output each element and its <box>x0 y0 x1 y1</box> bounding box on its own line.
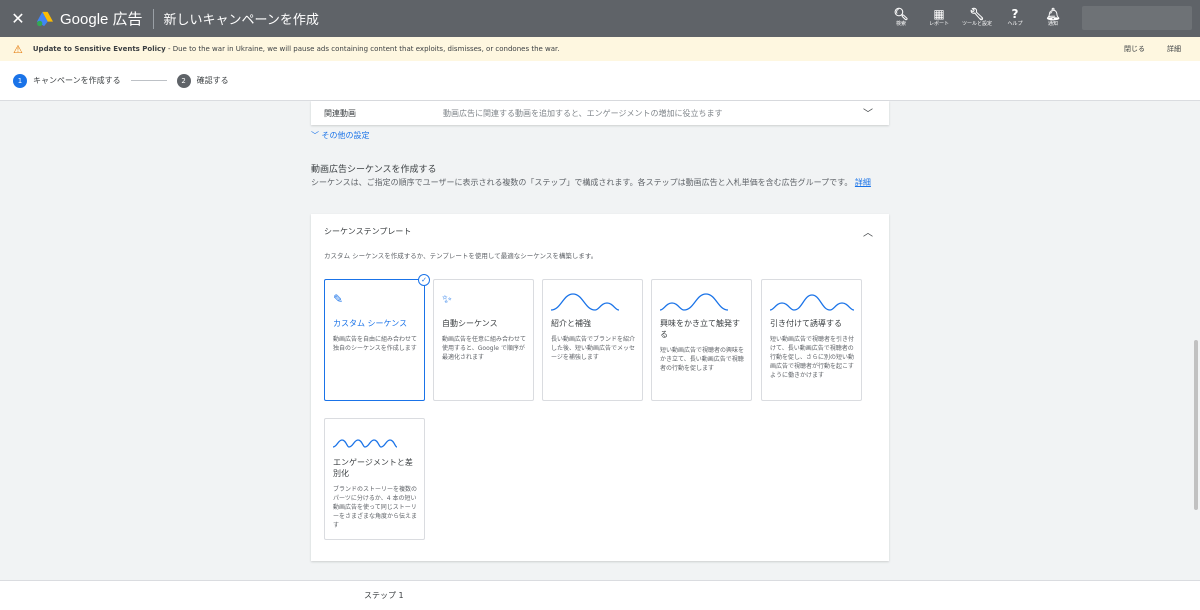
campaign-stepper: 1 キャンペーンを作成する 2 確認する <box>0 61 1200 101</box>
long-short-wave-icon <box>551 293 620 311</box>
warning-icon: ⚠ <box>13 42 23 56</box>
template-card-title: 興味をかき立て触発する <box>660 319 740 339</box>
template-header: シーケンステンプレート <box>324 227 412 236</box>
template-card-title: 紹介と補強 <box>551 319 591 328</box>
brand-name: Google 広告 <box>60 11 143 28</box>
template-card-text: 短い動画広告で視聴者を引き付けて、長い動画広告で視聴者の行動を促し、さらに別の短… <box>770 336 855 379</box>
help-button[interactable]: ? ヘルプ <box>996 0 1034 37</box>
step-connector <box>130 80 167 81</box>
title-divider <box>152 8 154 29</box>
step-1-number: 1 <box>13 73 27 88</box>
search-button[interactable]: 🔍︎ 検索 <box>882 0 920 37</box>
policy-notice-bar: ⚠ Update to Sensitive Events Policy - Du… <box>0 37 1200 61</box>
bottom-step-bar: ステップ 1 <box>0 580 1200 610</box>
tools-label: ツールと設定 <box>961 21 992 27</box>
template-card-text: ブランドのストーリーを複数のパーツに分けるか、4 本の短い動画広告を使って同じス… <box>333 486 418 529</box>
top-tools: 🔍︎ 検索 ▦ レポート 🔧︎ ツールと設定 ? ヘルプ 🔔︎ 通知 <box>882 0 1200 37</box>
template-card-title: エンゲージメントと差別化 <box>333 458 413 478</box>
current-step-label: ステップ 1 <box>364 591 404 600</box>
template-card-spark-inspire[interactable]: 興味をかき立て触発する 短い動画広告で視聴者の興味をかき立て、長い動画広告で視聴… <box>651 279 752 401</box>
template-card-text: 動画広告を自由に組み合わせて独自のシーケンスを作成します <box>333 336 418 352</box>
account-selector[interactable] <box>1082 6 1192 30</box>
chevron-down-icon[interactable]: ﹀ <box>863 105 873 120</box>
related-videos-desc: 動画広告に関連する動画を追加すると、エンゲージメントの増加に役立ちます <box>443 108 723 118</box>
related-videos-label: 関連動画 <box>324 108 356 118</box>
notice-details-link[interactable]: 詳細 <box>1167 44 1181 54</box>
tools-button[interactable]: 🔧︎ ツールと設定 <box>958 0 996 37</box>
sequence-title: 動画広告シーケンスを作成する <box>311 165 437 175</box>
sequence-desc: シーケンスは、ご指定の順序でユーザーに表示される複数の「ステップ」で構成されます… <box>311 177 893 189</box>
magic-wand-icon: ✨︎ <box>442 292 452 306</box>
report-icon: ▦ <box>933 7 945 21</box>
notice-title: Update to Sensitive Events Policy <box>32 45 166 53</box>
template-card-engage-guide[interactable]: 引き付けて誘導する 短い動画広告で視聴者を引き付けて、長い動画広告で視聴者の行動… <box>761 279 862 401</box>
notice-body: - Due to the war in Ukraine, we will pau… <box>165 45 560 53</box>
notice-actions: 閉じる 詳細 <box>1124 37 1181 61</box>
sequence-learn-more-link[interactable]: 詳細 <box>855 178 871 187</box>
template-subtitle: カスタム シーケンスを作成するか、テンプレートを使用して最適なシーケンスを構築し… <box>324 252 598 260</box>
notifications-button[interactable]: 🔔︎ 通知 <box>1034 0 1072 37</box>
template-card-title: 自動シーケンス <box>442 319 498 328</box>
template-card-title: カスタム シーケンス <box>333 319 408 328</box>
step-2-number: 2 <box>176 73 191 88</box>
google-ads-logo-icon <box>37 11 53 26</box>
chevron-up-icon[interactable]: ︿ <box>863 224 873 239</box>
step-1-label[interactable]: キャンペーンを作成する <box>33 75 121 86</box>
page-title: 新しいキャンペーンを作成 <box>163 13 319 28</box>
step-2-label[interactable]: 確認する <box>197 75 229 86</box>
page-scrollbar[interactable] <box>1194 340 1198 510</box>
template-card-introduce-reinforce[interactable]: 紹介と補強 長い動画広告でブランドを紹介した後、短い動画広告でメッセージを補強し… <box>542 279 643 401</box>
reports-label: レポート <box>928 21 949 27</box>
sequence-template-panel: シーケンステンプレート ︿ カスタム シーケンスを作成するか、テンプレートを使用… <box>311 214 889 561</box>
template-card-engage-differentiate[interactable]: エンゲージメントと差別化 ブランドのストーリーを複数のパーツに分けるか、4 本の… <box>324 418 425 540</box>
google-ads-logo: Google 広告 <box>36 8 143 29</box>
template-card-auto[interactable]: ✨︎ 自動シーケンス 動画広告を任意に組み合わせて使用すると、Google で順… <box>433 279 534 401</box>
close-icon[interactable]: ✕ <box>0 0 36 37</box>
search-label: 検索 <box>895 21 906 27</box>
short-long-short-wave-icon <box>770 294 854 311</box>
reports-button[interactable]: ▦ レポート <box>920 0 958 37</box>
check-icon: ✓ <box>418 274 430 286</box>
more-settings-label: その他の設定 <box>321 131 370 140</box>
template-card-title: 引き付けて誘導する <box>770 319 842 328</box>
help-label: ヘルプ <box>1007 21 1023 27</box>
chevron-down-icon: ﹀ <box>311 131 319 140</box>
sequence-desc-text: シーケンスは、ご指定の順序でユーザーに表示される複数の「ステップ」で構成されます… <box>311 178 853 187</box>
template-card-custom[interactable]: ✓ ✎ カスタム シーケンス 動画広告を自由に組み合わせて独自のシーケンスを作成… <box>324 274 430 401</box>
four-short-waves-icon <box>333 439 398 448</box>
more-settings-link[interactable]: ﹀ その他の設定 <box>311 130 370 141</box>
short-long-wave-icon <box>660 293 729 311</box>
notifications-label: 通知 <box>1047 21 1058 27</box>
top-app-bar: ✕ Google 広告 新しいキャンペーンを作成 🔍︎ 検索 ▦ レポート 🔧︎… <box>0 0 1200 37</box>
notice-text: Update to Sensitive Events Policy - Due … <box>33 45 560 53</box>
template-card-text: 短い動画広告で視聴者の興味をかき立て、長い動画広告で視聴者の行動を促します <box>660 347 745 372</box>
help-icon: ? <box>1011 7 1019 21</box>
magic-wand-icon: ✎ <box>333 292 344 306</box>
template-card-text: 長い動画広告でブランドを紹介した後、短い動画広告でメッセージを補強します <box>551 336 636 361</box>
search-icon: 🔍︎ <box>893 7 909 21</box>
related-videos-panel[interactable]: 関連動画 動画広告に関連する動画を追加すると、エンゲージメントの増加に役立ちます… <box>311 101 889 125</box>
template-card-text: 動画広告を任意に組み合わせて使用すると、Google で順序が最適化されます <box>442 336 527 361</box>
notice-close-button[interactable]: 閉じる <box>1124 44 1145 54</box>
bell-icon: 🔔︎ <box>1045 7 1061 21</box>
wrench-icon: 🔧︎ <box>969 7 985 21</box>
